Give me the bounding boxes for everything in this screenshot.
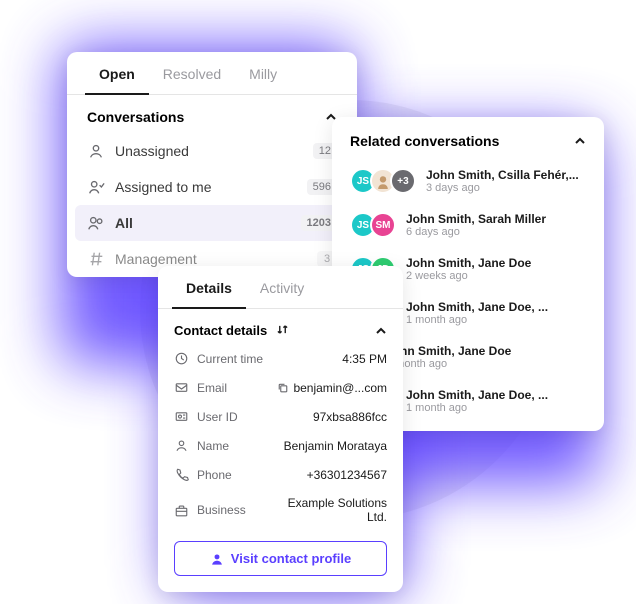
button-label: Visit contact profile	[231, 551, 351, 566]
field-label: Current time	[197, 352, 275, 366]
field-icon	[174, 438, 189, 453]
chevron-up-icon	[574, 135, 586, 147]
related-time: 6 days ago	[406, 226, 586, 238]
avatar: SM	[370, 212, 396, 238]
avatar-overflow: +3	[390, 168, 416, 194]
related-item[interactable]: JS+3 John Smith, Csilla Fehér,...3 days a…	[332, 159, 604, 203]
related-time: 1 month ago	[386, 358, 586, 370]
related-names: John Smith, Jane Doe	[386, 344, 586, 358]
related-names: John Smith, Jane Doe	[406, 256, 586, 270]
contact-field: Email benjamin@...com	[158, 373, 403, 402]
visit-profile-button[interactable]: Visit contact profile	[174, 541, 387, 576]
avatar-stack: JS+3	[350, 168, 416, 194]
field-value: benjamin@...com	[275, 381, 387, 395]
section-title: Related conversations	[350, 133, 499, 149]
details-tabs: Details Activity	[158, 266, 403, 309]
person-icon	[87, 142, 105, 160]
related-item[interactable]: JSSM John Smith, Sarah Miller6 days ago	[332, 203, 604, 247]
field-icon	[174, 467, 189, 482]
chevron-up-icon	[375, 325, 387, 337]
field-value: +36301234567	[275, 468, 387, 482]
field-label: Phone	[197, 468, 275, 482]
list-item-label: All	[115, 215, 301, 231]
related-time: 1 month ago	[406, 402, 586, 414]
section-title: Contact details	[174, 323, 267, 338]
tab-details[interactable]: Details	[172, 266, 246, 308]
contact-field: Phone +36301234567	[158, 460, 403, 489]
field-value: 97xbsa886fcc	[275, 410, 387, 424]
field-icon	[174, 380, 189, 395]
section-title: Conversations	[87, 109, 184, 125]
field-icon	[174, 351, 189, 366]
conversations-header[interactable]: Conversations	[67, 95, 357, 133]
related-time: 2 weeks ago	[406, 270, 586, 282]
field-label: Business	[197, 503, 275, 517]
people-icon	[87, 214, 105, 232]
field-value: Benjamin Morataya	[275, 439, 387, 453]
tab-resolved[interactable]: Resolved	[149, 52, 235, 94]
sort-icon[interactable]	[277, 324, 288, 335]
conversations-panel: Open Resolved Milly Conversations Unassi…	[67, 52, 357, 277]
contact-details-header[interactable]: Contact details	[158, 309, 403, 344]
field-label: Name	[197, 439, 275, 453]
list-item-label: Unassigned	[115, 143, 313, 159]
person-icon	[210, 552, 224, 566]
tab-activity[interactable]: Activity	[246, 266, 318, 308]
sidebar-item-all[interactable]: All 1203	[75, 205, 349, 241]
related-time: 1 month ago	[406, 314, 586, 326]
details-panel: Details Activity Contact details Current…	[158, 266, 403, 592]
related-names: John Smith, Jane Doe, ...	[406, 300, 586, 314]
related-header[interactable]: Related conversations	[332, 117, 604, 159]
tab-open[interactable]: Open	[85, 52, 149, 94]
person-check-icon	[87, 178, 105, 196]
tab-milly[interactable]: Milly	[235, 52, 291, 94]
field-icon	[174, 409, 189, 424]
contact-field: Current time 4:35 PM	[158, 344, 403, 373]
sidebar-item-unassigned[interactable]: Unassigned 12	[67, 133, 357, 169]
contact-field: Name Benjamin Morataya	[158, 431, 403, 460]
field-value: Example Solutions Ltd.	[275, 496, 387, 524]
copy-icon[interactable]	[277, 382, 289, 394]
field-label: Email	[197, 381, 275, 395]
hash-icon	[87, 250, 105, 268]
list-item-label: Assigned to me	[115, 179, 307, 195]
field-label: User ID	[197, 410, 275, 424]
list-item-label: Management	[115, 251, 317, 267]
related-time: 3 days ago	[426, 182, 586, 194]
contact-field: User ID 97xbsa886fcc	[158, 402, 403, 431]
related-names: John Smith, Jane Doe, ...	[406, 388, 586, 402]
contact-field: Business Example Solutions Ltd.	[158, 489, 403, 531]
inbox-tabs: Open Resolved Milly	[67, 52, 357, 95]
avatar-stack: JSSM	[350, 212, 396, 238]
related-names: John Smith, Sarah Miller	[406, 212, 586, 226]
related-names: John Smith, Csilla Fehér,...	[426, 168, 586, 182]
field-value: 4:35 PM	[275, 352, 387, 366]
sidebar-item-assigned[interactable]: Assigned to me 596	[67, 169, 357, 205]
field-icon	[174, 503, 189, 518]
